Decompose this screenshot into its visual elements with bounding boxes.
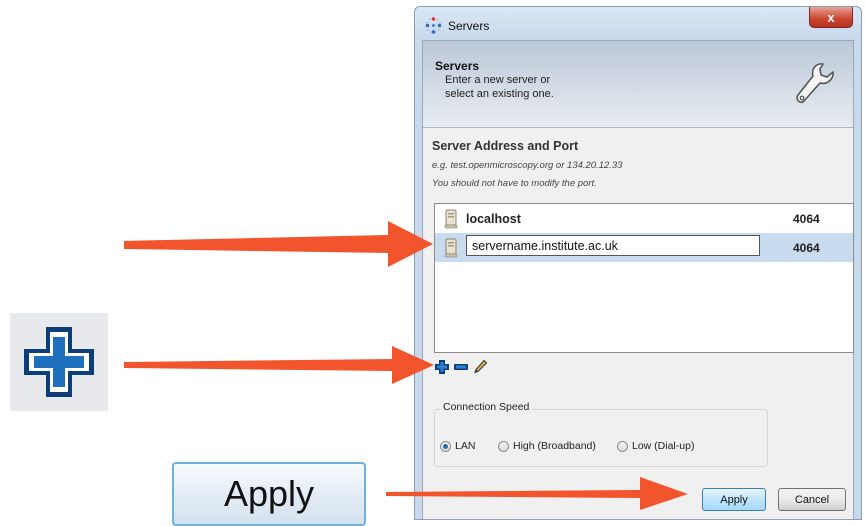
annotation-arrows <box>124 221 688 510</box>
arrow-to-apply-button <box>386 477 688 510</box>
arrow-to-server-row <box>124 221 433 267</box>
arrow-to-add-button <box>124 346 434 384</box>
